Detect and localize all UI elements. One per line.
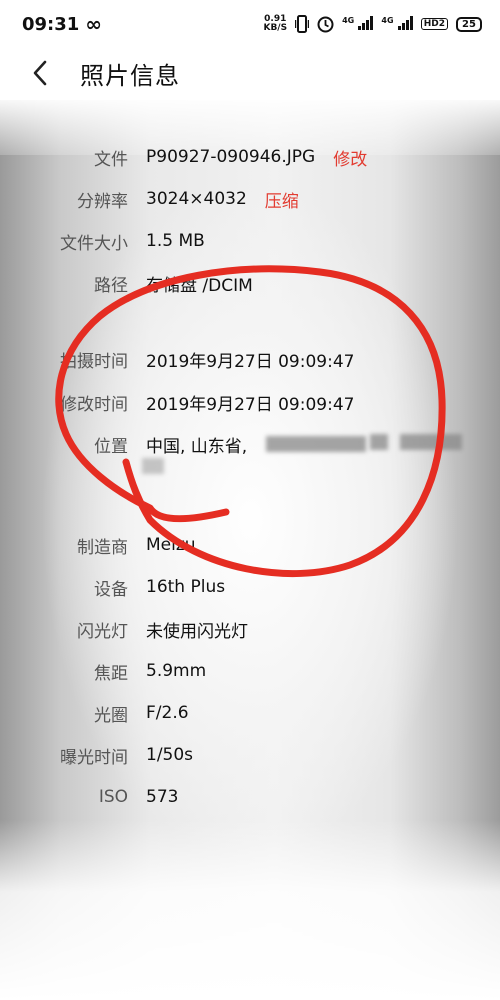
redaction-blur	[400, 434, 462, 450]
alarm-icon	[317, 16, 334, 32]
file-name-value: P90927-090946.JPG	[146, 147, 316, 167]
status-icons: 0.91 KB/S 4G 4G HD2 25	[263, 15, 482, 33]
info-row-capture-time: 拍摄时间 2019年9月27日 09:09:47	[0, 344, 500, 374]
info-row-file: 文件 P90927-090946.JPG 修改	[0, 142, 500, 172]
info-label: 拍摄时间	[60, 351, 128, 372]
flash-value: 未使用闪光灯	[146, 621, 248, 642]
network-speed-unit: KB/S	[263, 23, 288, 33]
info-label: 制造商	[77, 537, 128, 558]
info-label: 文件	[94, 149, 128, 170]
network-type-2-label: 4G	[381, 15, 394, 25]
network-speed: 0.91 KB/S	[263, 15, 287, 33]
file-size-value: 1.5 MB	[146, 231, 205, 251]
info-row-path: 路径 存储盘 /DCIM	[0, 268, 500, 298]
info-label: 路径	[94, 275, 128, 296]
vibrate-icon	[295, 15, 310, 33]
exposure-time-value: 1/50s	[146, 745, 194, 765]
info-row-focal-length: 焦距 5.9mm	[0, 656, 500, 686]
compress-link[interactable]: 压缩	[265, 187, 299, 212]
info-row-aperture: 光圈 F/2.6	[0, 698, 500, 728]
info-label: 分辨率	[77, 191, 128, 212]
resolution-value: 3024×4032	[146, 189, 247, 209]
hd-icon: HD2	[420, 18, 448, 30]
info-label: 闪光灯	[77, 621, 128, 642]
manufacturer-value: Meizu	[146, 535, 196, 555]
info-label: 文件大小	[60, 233, 128, 254]
info-row-flash: 闪光灯 未使用闪光灯	[0, 614, 500, 644]
redaction-blur	[370, 434, 388, 450]
status-bar: 09:31 ∞ 0.91 KB/S 4G 4G HD2 25	[0, 0, 500, 48]
iso-value: 573	[146, 787, 179, 807]
back-button[interactable]	[28, 60, 52, 86]
info-label: 曝光时间	[60, 747, 128, 768]
network-type-1: 4G	[342, 15, 374, 33]
signal-icon	[358, 15, 374, 30]
info-label: 位置	[94, 436, 128, 457]
status-time: 09:31	[22, 13, 80, 35]
network-type-2: 4G	[381, 15, 413, 33]
aperture-value: F/2.6	[146, 703, 189, 723]
signal-icon-2	[397, 15, 413, 30]
info-row-manufacturer: 制造商 Meizu	[0, 530, 500, 560]
info-row-iso: ISO 573	[0, 782, 500, 812]
info-row-modified-time: 修改时间 2019年9月27日 09:09:47	[0, 387, 500, 417]
battery-icon: 25	[456, 16, 482, 32]
info-row-file-size: 文件大小 1.5 MB	[0, 226, 500, 256]
info-row-exposure-time: 曝光时间 1/50s	[0, 740, 500, 770]
info-row-device: 设备 16th Plus	[0, 572, 500, 602]
chevron-left-icon	[33, 60, 47, 86]
info-label: ISO	[98, 787, 128, 807]
info-label: 焦距	[94, 663, 128, 684]
location-value: 中国, 山东省,	[146, 436, 248, 457]
page-title: 照片信息	[80, 61, 180, 90]
path-value: 存储盘 /DCIM	[146, 275, 253, 296]
network-type-1-label: 4G	[342, 15, 355, 25]
modified-time-value: 2019年9月27日 09:09:47	[146, 394, 355, 415]
info-label: 设备	[94, 579, 128, 600]
info-row-resolution: 分辨率 3024×4032 压缩	[0, 184, 500, 214]
device-value: 16th Plus	[146, 577, 226, 597]
infinity-icon: ∞	[85, 12, 102, 36]
app-header: 照片信息	[0, 48, 500, 98]
rename-link[interactable]: 修改	[333, 145, 367, 170]
redaction-blur	[266, 436, 366, 452]
info-label: 修改时间	[60, 394, 128, 415]
capture-time-value: 2019年9月27日 09:09:47	[146, 351, 355, 372]
info-label: 光圈	[94, 705, 128, 726]
redaction-blur	[142, 458, 164, 474]
background-fade-bottom	[0, 820, 500, 1000]
focal-length-value: 5.9mm	[146, 661, 207, 681]
